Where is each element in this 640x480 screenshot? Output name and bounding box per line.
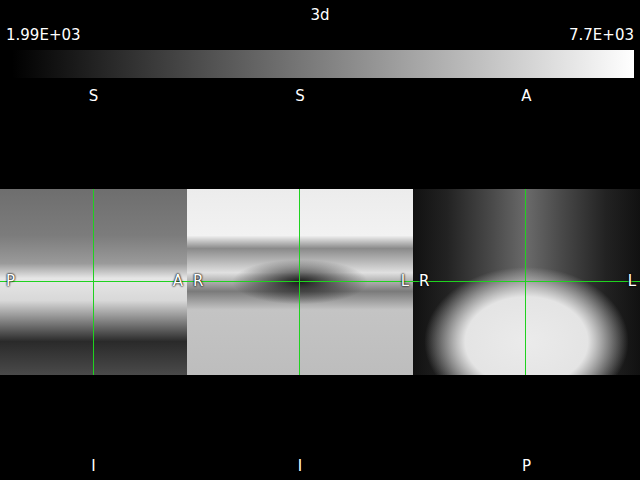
- crosshair-vertical: [299, 189, 300, 375]
- orientation-label: R: [419, 272, 429, 290]
- slice-view[interactable]: RL: [413, 189, 640, 375]
- colorbar-max: 7.7E+03: [569, 26, 634, 44]
- crosshair-horizontal: [413, 281, 640, 282]
- orientation-label: I: [0, 456, 187, 476]
- orientation-label: S: [0, 86, 187, 106]
- bottom-labels: IIP: [0, 456, 640, 476]
- crosshair-vertical: [93, 189, 94, 375]
- orientation-label: A: [413, 86, 640, 106]
- orientation-label: R: [193, 272, 203, 290]
- orientation-label: P: [6, 272, 15, 290]
- orientation-label: L: [628, 272, 636, 290]
- colorbar: [12, 50, 634, 78]
- crosshair-horizontal: [0, 281, 187, 282]
- slice-panels: PARLRL: [0, 189, 640, 375]
- slice-view[interactable]: RL: [187, 189, 413, 375]
- slice-view[interactable]: PA: [0, 189, 187, 375]
- crosshair-horizontal: [187, 281, 413, 282]
- orientation-label: P: [413, 456, 640, 476]
- crosshair-vertical: [525, 189, 526, 375]
- orientation-label: I: [187, 456, 413, 476]
- top-labels: SSA: [0, 86, 640, 106]
- window-title: 3d: [0, 6, 640, 24]
- viewer-screen: 3d1.99E+037.7E+03SSAPARLRLIIP: [0, 0, 640, 480]
- colorbar-min: 1.99E+03: [6, 26, 81, 44]
- colorbar-range: 1.99E+03 7.7E+03: [0, 26, 640, 44]
- orientation-label: S: [187, 86, 413, 106]
- orientation-label: A: [173, 272, 183, 290]
- orientation-label: L: [401, 272, 409, 290]
